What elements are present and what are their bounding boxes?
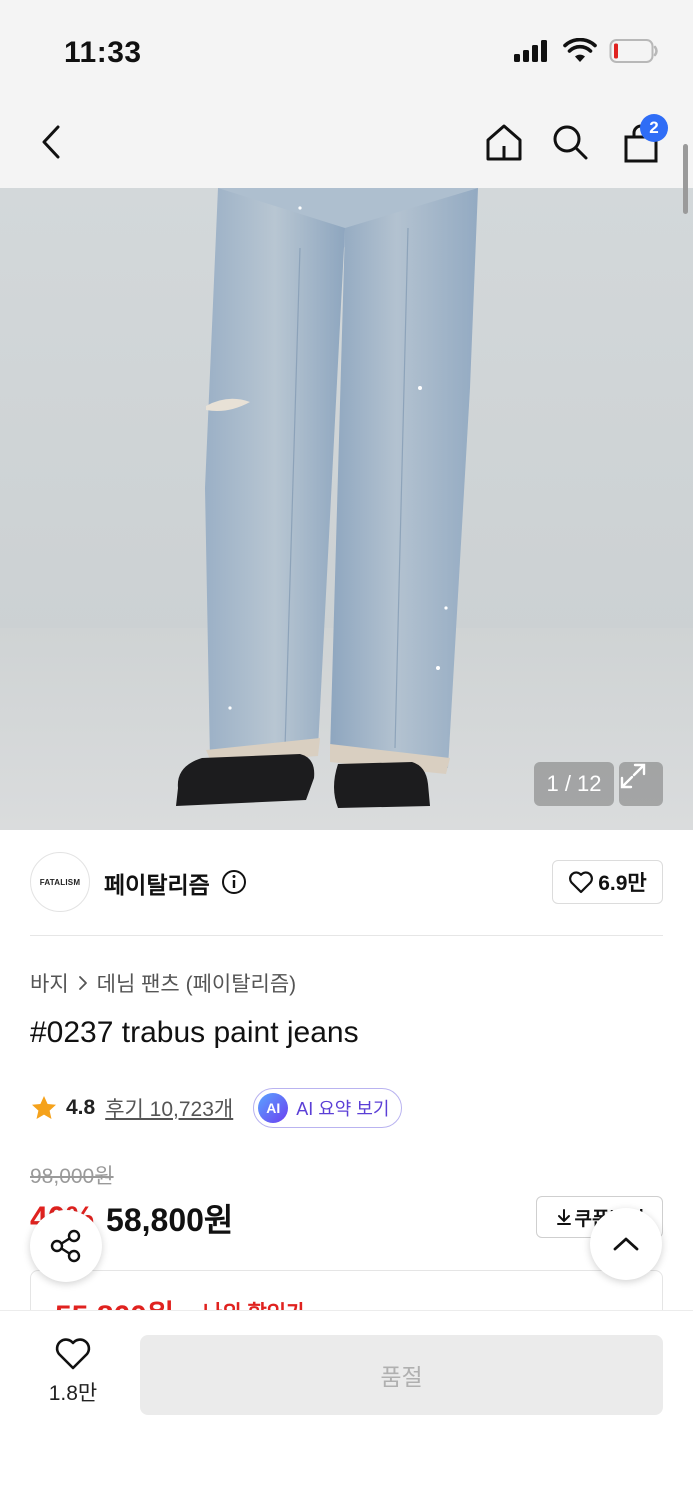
product-image-gallery[interactable]: 1 / 12 — [0, 188, 693, 830]
status-time: 11:33 — [64, 36, 142, 69]
star-icon — [32, 1096, 56, 1119]
search-icon — [553, 125, 588, 160]
status-bar: 11:33 — [0, 0, 693, 100]
expand-icon — [620, 763, 646, 789]
brand-like-button[interactable]: 6.9만 — [552, 860, 663, 904]
chevron-left-icon — [42, 125, 60, 159]
wishlist-count: 1.8만 — [48, 1382, 98, 1405]
scroll-to-top-button[interactable] — [590, 1208, 662, 1280]
share-icon — [50, 1229, 81, 1263]
image-counter: 1 / 12 — [534, 762, 614, 806]
cart-button[interactable]: 2 — [614, 114, 668, 168]
search-button[interactable] — [546, 118, 594, 166]
breadcrumb-category[interactable]: 바지 — [30, 968, 69, 998]
share-button[interactable] — [30, 1210, 102, 1282]
product-title: #0237 trabus paint jeans — [30, 1016, 359, 1049]
download-icon — [556, 1209, 571, 1225]
wishlist-button[interactable]: 1.8만 — [30, 1337, 116, 1411]
battery-icon — [609, 39, 658, 63]
brand-like-count: 6.9만 — [598, 872, 647, 895]
ai-badge-icon: AI — [258, 1093, 289, 1123]
original-price: 98,000원 — [30, 1165, 114, 1188]
info-icon[interactable] — [221, 869, 247, 895]
breadcrumb-subcategory[interactable]: 데님 팬츠 (페이탈리즘) — [97, 968, 297, 998]
rating-value: 4.8 — [66, 1096, 96, 1119]
wifi-icon — [563, 38, 597, 62]
chevron-up-icon — [613, 1237, 639, 1251]
divider — [30, 935, 663, 936]
brand-logo[interactable]: FATALISM — [30, 852, 90, 912]
heart-outline-icon — [569, 871, 594, 894]
brand-row: FATALISM 페이탈리즘 6.9만 — [30, 852, 663, 912]
chevron-right-icon — [78, 976, 87, 990]
status-icons — [513, 38, 659, 64]
home-icon — [486, 124, 522, 161]
scrollbar-thumb[interactable] — [683, 144, 688, 214]
cellular-signal-icon — [514, 40, 547, 62]
sale-price: 58,800원 — [106, 1202, 234, 1238]
ai-summary-label: AI 요약 보기 — [296, 1099, 390, 1119]
breadcrumb: 바지 데님 팬츠 (페이탈리즘) — [30, 968, 296, 998]
home-button[interactable] — [480, 118, 528, 166]
top-navigation: 2 — [0, 100, 693, 188]
rating-row: 4.8 후기 10,723개 AI AI 요약 보기 — [30, 1088, 403, 1128]
ai-summary-button[interactable]: AI AI 요약 보기 — [253, 1088, 403, 1128]
product-photo — [0, 188, 693, 830]
review-link[interactable]: 후기 10,723개 — [105, 1093, 233, 1123]
brand-name[interactable]: 페이탈리즘 — [104, 866, 210, 900]
heart-outline-icon — [55, 1338, 91, 1370]
bottom-action-bar: 1.8만 품절 — [0, 1310, 693, 1500]
back-button[interactable] — [28, 118, 76, 166]
cart-count-badge: 2 — [640, 114, 668, 142]
sold-out-button[interactable]: 품절 — [140, 1335, 663, 1415]
expand-image-button[interactable] — [619, 762, 663, 806]
